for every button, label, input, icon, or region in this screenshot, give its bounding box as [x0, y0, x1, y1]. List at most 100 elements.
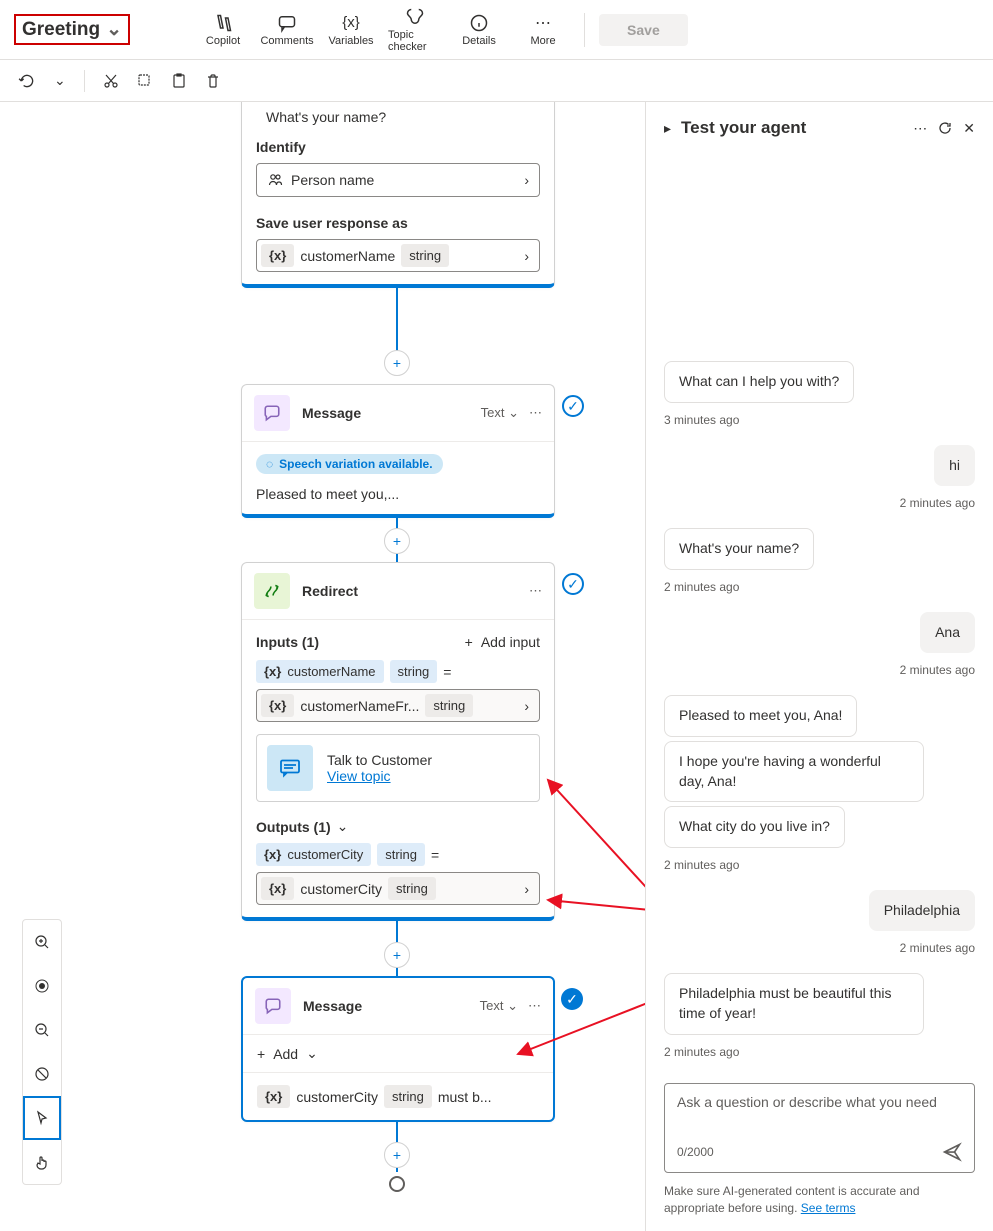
delete-icon[interactable]	[205, 73, 221, 89]
message-card-1[interactable]: ✓ Message Text ⌄ ⋯ ◌ Speech variation av…	[241, 384, 555, 518]
speech-icon: ◌	[266, 457, 273, 471]
save-button[interactable]: Save	[599, 14, 688, 46]
more-icon[interactable]: ⋯	[529, 405, 542, 421]
chat-user-bubble: Philadelphia	[869, 890, 975, 932]
undo-chevron-icon[interactable]: ⌄	[54, 72, 66, 89]
timestamp: 2 minutes ago	[664, 1045, 975, 1059]
timestamp: 2 minutes ago	[664, 941, 975, 955]
add-node-button[interactable]: +	[384, 350, 410, 376]
timestamp: 2 minutes ago	[664, 496, 975, 510]
chat-bot-bubble: I hope you're having a wonderful day, An…	[664, 741, 924, 802]
zoom-toolbar	[22, 919, 62, 1185]
toolbar-actions: CopilotComments{x}VariablesTopic checker…	[196, 7, 570, 53]
topic-checker-button[interactable]: Topic checker	[388, 7, 442, 53]
variable-icon: {x}	[264, 847, 281, 862]
add-node-button[interactable]: +	[384, 942, 410, 968]
copy-icon[interactable]	[137, 73, 153, 89]
details-icon	[469, 13, 489, 33]
copilot-button[interactable]: Copilot	[196, 7, 250, 53]
chat-bot-bubble: What city do you live in?	[664, 806, 845, 848]
identify-value: Person name	[291, 172, 516, 188]
fit-button[interactable]	[23, 964, 61, 1008]
copilot-icon	[213, 13, 233, 33]
save-as-variable[interactable]: {x} customerName string ›	[256, 239, 540, 272]
comments-icon	[277, 13, 297, 33]
comments-button[interactable]: Comments	[260, 7, 314, 53]
variables-icon: {x}	[342, 13, 360, 33]
question-card[interactable]: What's your name? Identify Person name ›…	[241, 102, 555, 288]
message-icon	[254, 395, 290, 431]
ai-disclaimer: Make sure AI-generated content is accura…	[646, 1183, 993, 1231]
add-node-button[interactable]: +	[384, 1142, 410, 1168]
refresh-icon[interactable]	[937, 120, 953, 136]
end-node	[389, 1176, 405, 1192]
subbar-divider	[84, 70, 85, 92]
question-text: What's your name?	[256, 109, 540, 125]
chat-user-bubble: Ana	[920, 612, 975, 654]
message-card-2[interactable]: ✓ Message Text ⌄ ⋯ + Add ⌄ {x} customerC…	[241, 976, 555, 1122]
input-value-select[interactable]: {x} customerNameFr... string ›	[256, 689, 540, 722]
reset-button[interactable]	[23, 1052, 61, 1096]
identify-label: Identify	[256, 139, 540, 155]
more-icon[interactable]: ⋯	[913, 120, 927, 137]
add-button[interactable]: + Add ⌄	[257, 1043, 539, 1064]
details-button[interactable]: Details	[452, 7, 506, 53]
chat-bot-bubble: What's your name?	[664, 528, 814, 570]
close-icon[interactable]: ✕	[963, 120, 975, 137]
chat-bot-bubble: Philadelphia must be beautiful this time…	[664, 973, 924, 1034]
more-icon[interactable]: ⋯	[528, 998, 541, 1014]
timestamp: 3 minutes ago	[664, 413, 975, 427]
view-topic-link[interactable]: View topic	[327, 768, 432, 784]
type-select[interactable]: Text ⌄	[480, 998, 518, 1014]
speech-variation-pill[interactable]: ◌ Speech variation available.	[256, 454, 443, 474]
composer-placeholder: Ask a question or describe what you need	[677, 1094, 962, 1134]
undo-icon[interactable]	[18, 72, 36, 90]
select-mode-button[interactable]	[23, 1096, 61, 1140]
chat-icon	[267, 745, 313, 791]
redirect-target-title: Talk to Customer	[327, 752, 432, 768]
zoom-out-button[interactable]	[23, 1008, 61, 1052]
chevron-right-icon: ›	[524, 172, 529, 188]
add-node-button[interactable]: +	[384, 528, 410, 554]
timestamp: 2 minutes ago	[664, 858, 975, 872]
test-panel-title: Test your agent	[681, 118, 903, 138]
save-as-label: Save user response as	[256, 215, 540, 231]
var-name: customerName	[300, 248, 395, 264]
type-select[interactable]: Text ⌄	[481, 405, 519, 421]
pan-mode-button[interactable]	[23, 1140, 61, 1184]
inputs-label: Inputs (1)	[256, 634, 319, 650]
more-icon[interactable]: ⋯	[529, 583, 542, 599]
variable-icon: {x}	[264, 664, 281, 679]
chevron-right-icon: ›	[524, 248, 535, 264]
caret-right-icon[interactable]: ▸	[664, 120, 671, 137]
chevron-right-icon: ›	[524, 698, 535, 714]
paste-icon[interactable]	[171, 73, 187, 89]
card-title: Redirect	[302, 583, 517, 599]
output-value-select[interactable]: {x} customerCity string ›	[256, 872, 540, 905]
card-title: Message	[302, 405, 469, 421]
message-body: Pleased to meet you,...	[256, 486, 540, 502]
outputs-label: Outputs (1)	[256, 819, 331, 835]
send-icon[interactable]	[942, 1142, 962, 1162]
chat-user-bubble: hi	[934, 445, 975, 487]
topic-checker-icon	[405, 7, 425, 27]
add-input-button[interactable]: + Add input	[465, 632, 540, 652]
chevron-down-icon[interactable]: ⌄	[337, 818, 349, 835]
more-button[interactable]: ⋯More	[516, 7, 570, 53]
variables-button[interactable]: {x}Variables	[324, 7, 378, 53]
toolbar-divider	[584, 13, 585, 47]
see-terms-link[interactable]: See terms	[801, 1201, 856, 1215]
timestamp: 2 minutes ago	[664, 580, 975, 594]
chat-composer[interactable]: Ask a question or describe what you need…	[664, 1083, 975, 1173]
more-icon: ⋯	[535, 13, 551, 33]
zoom-in-button[interactable]	[23, 920, 61, 964]
topic-title-label: Greeting	[22, 19, 100, 41]
chevron-right-icon: ›	[524, 881, 535, 897]
card-title: Message	[303, 998, 468, 1014]
cut-icon[interactable]	[103, 73, 119, 89]
redirect-target[interactable]: Talk to Customer View topic	[256, 734, 540, 802]
chat-transcript: What can I help you with?3 minutes agohi…	[646, 146, 993, 1073]
identify-select[interactable]: Person name ›	[256, 163, 540, 197]
redirect-card[interactable]: ✓ Redirect ⋯ Inputs (1) + Add input {x}c…	[241, 562, 555, 921]
topic-title[interactable]: Greeting ⌄	[14, 14, 130, 45]
